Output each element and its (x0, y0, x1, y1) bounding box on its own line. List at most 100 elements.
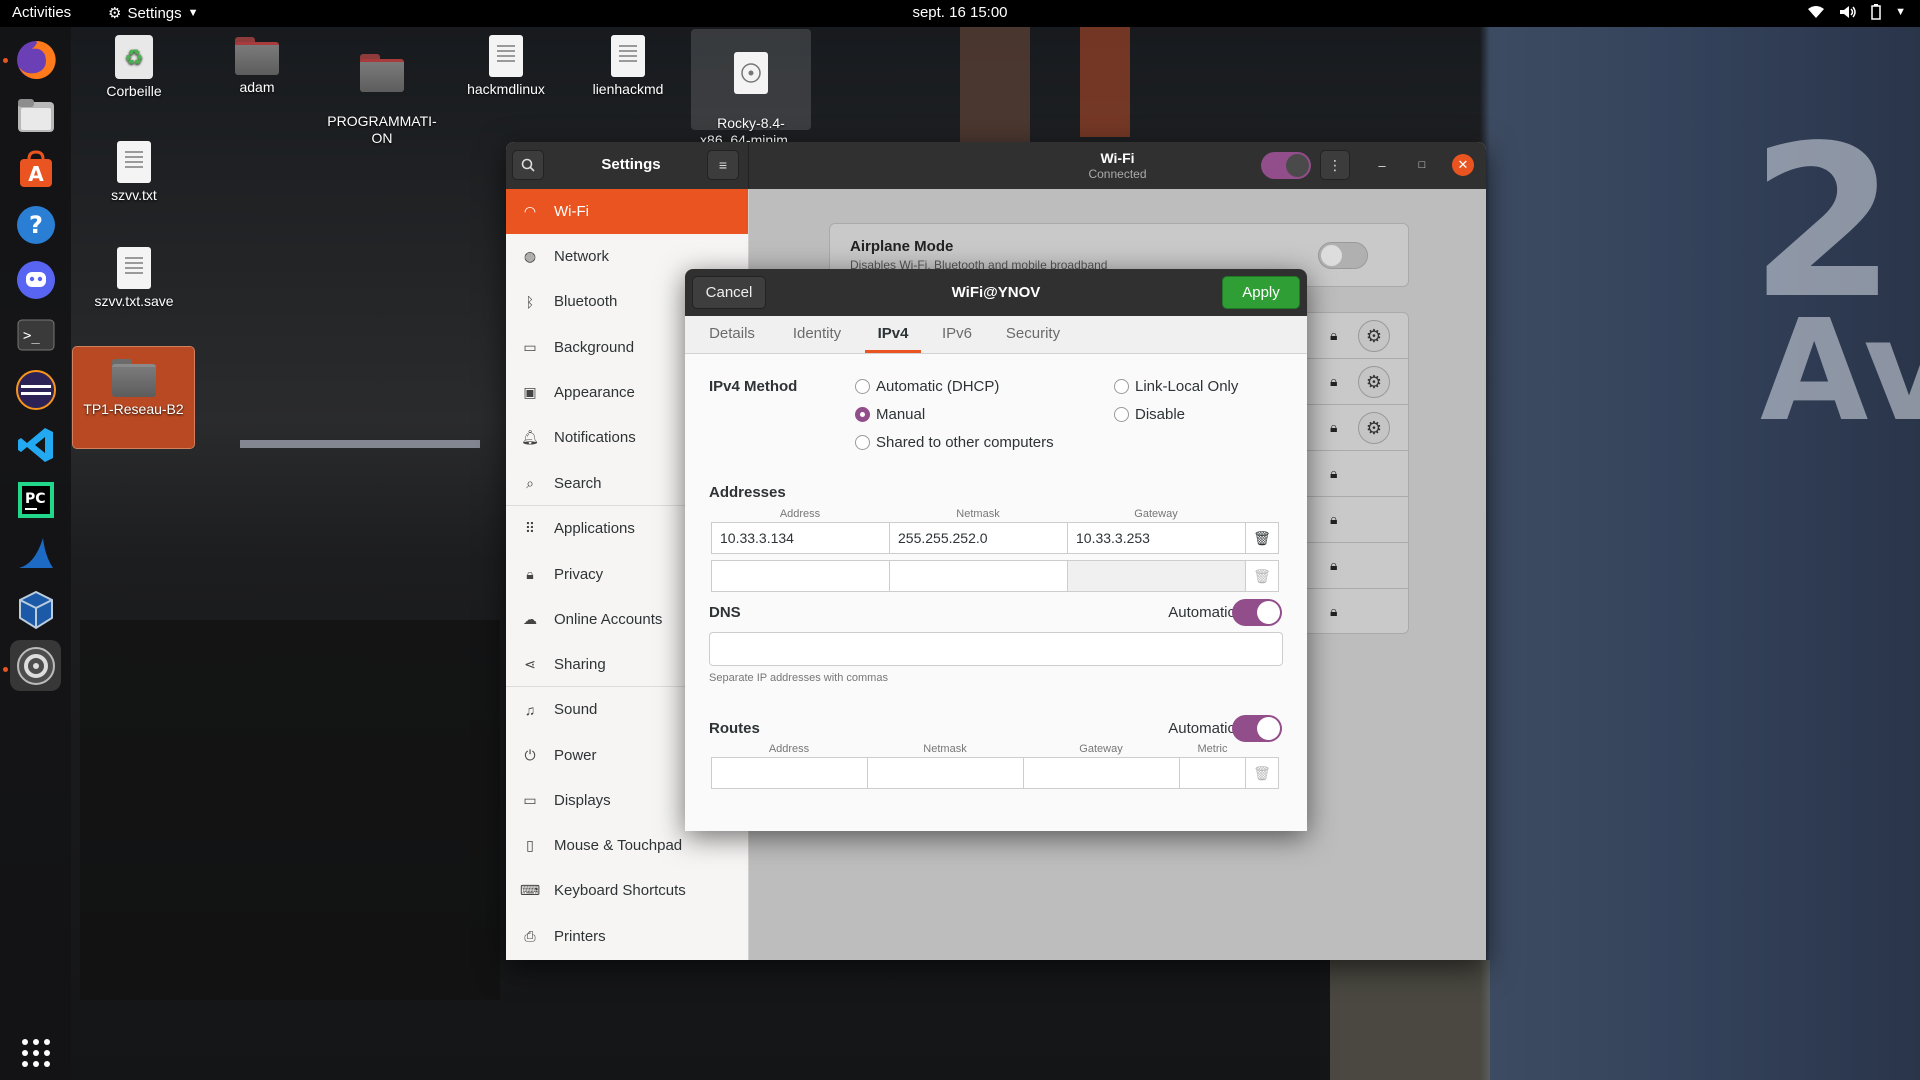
connection-dialog: Cancel WiFi@YNOV Apply Details Identity … (685, 269, 1307, 831)
wifi-power-toggle[interactable] (1261, 152, 1311, 179)
desktop-icon-rocky-iso[interactable]: Rocky-8.4- x86_64-minim… (691, 29, 811, 148)
desktop-icon-lienhackmd[interactable]: lienhackmd (568, 35, 688, 98)
desktop-icon-hackmdlinux[interactable]: hackmdlinux (446, 35, 566, 98)
delete-address-button[interactable]: 🗑︎ (1245, 522, 1279, 554)
delete-route-button[interactable]: 🗑︎ (1245, 757, 1279, 789)
desktop-icon-label: szvv.txt.save (94, 293, 174, 309)
pycharm-icon: PC (17, 481, 54, 518)
tab-ipv6[interactable]: IPv6 (930, 316, 984, 353)
tab-details[interactable]: Details (697, 316, 767, 353)
route-address-column-header: Address (768, 743, 810, 755)
desktop-icon-szvv-txt[interactable]: szvv.txt (74, 141, 194, 204)
apply-button[interactable]: Apply (1222, 276, 1300, 309)
dock-discord[interactable] (10, 254, 61, 305)
route-address-field[interactable] (711, 757, 868, 789)
sidebar-item-printers[interactable]: ⎙ Printers (506, 914, 748, 959)
route-netmask-field[interactable] (867, 757, 1024, 789)
vertical-dots-icon: ⋮ (1328, 156, 1342, 173)
netmask-field[interactable]: 255.255.252.0 (889, 522, 1068, 554)
desktop-icon-label: szvv.txt (111, 187, 157, 203)
trash-icon: 🗑︎ (1253, 529, 1271, 546)
settings-gear-icon (16, 646, 55, 685)
sidebar-item-label: Sound (554, 701, 598, 718)
mouse-icon: ▯ (526, 837, 534, 853)
netmask-field[interactable] (889, 560, 1068, 592)
gear-icon[interactable]: ⚙ (1358, 412, 1390, 444)
sidebar-item-wifi[interactable]: ◠ Wi-Fi (506, 189, 748, 234)
dock-help[interactable]: ? (10, 199, 61, 250)
volume-icon (1840, 6, 1856, 18)
dock-vscode[interactable] (10, 419, 61, 470)
document-icon (611, 35, 645, 77)
sidebar-item-label: Applications (554, 520, 635, 537)
clock[interactable]: sept. 16 15:00 (0, 4, 1920, 21)
desktop-icon-home[interactable]: adam (197, 35, 317, 96)
dns-automatic-toggle[interactable] (1232, 599, 1282, 626)
gear-icon[interactable]: ⚙ (1358, 366, 1390, 398)
dock-software[interactable]: A (10, 144, 61, 195)
desktop-icon-tp1-reseau[interactable]: TP1-Reseau-B2 (72, 346, 195, 449)
search-button[interactable] (512, 150, 544, 180)
tab-security[interactable]: Security (993, 316, 1073, 353)
sidebar-item-keyboard[interactable]: ⌨ Keyboard Shortcuts (506, 868, 748, 913)
address-field[interactable]: 10.33.3.134 (711, 522, 890, 554)
close-button[interactable]: ✕ (1452, 154, 1474, 176)
radio-indicator (855, 379, 870, 394)
toggle-knob (1321, 245, 1342, 266)
route-metric-field[interactable] (1179, 757, 1246, 789)
radio-label: Disable (1135, 406, 1186, 423)
gear-icon[interactable]: ⚙ (1358, 320, 1390, 352)
settings-headerbar: Settings ≡ Wi-Fi Connected ⋮ – □ ✕ (506, 142, 1486, 189)
desktop-icon-szvv-save[interactable]: szvv.txt.save (74, 247, 194, 310)
address-column-header: Address (779, 508, 821, 520)
virtualbox-icon (18, 590, 53, 629)
desktop-icon-programmation[interactable]: PROGRAMMATI- ON (322, 35, 442, 164)
system-tray[interactable]: ▼ (1807, 4, 1906, 20)
maximize-button[interactable]: □ (1411, 154, 1433, 176)
dock-wireshark[interactable] (10, 529, 61, 580)
dock-settings[interactable] (10, 640, 61, 691)
tab-ipv4[interactable]: IPv4 (865, 316, 921, 353)
dock-files[interactable] (10, 89, 61, 140)
delete-address-button[interactable]: 🗑︎ (1245, 560, 1279, 592)
wallpaper-shadow (80, 620, 500, 1000)
dns-input[interactable] (709, 632, 1283, 666)
dock-firefox[interactable] (10, 34, 61, 85)
dock-terminal[interactable]: >_ (10, 309, 61, 360)
gateway-field[interactable] (1067, 560, 1246, 592)
tab-identity[interactable]: Identity (777, 316, 857, 353)
radio-link-local[interactable]: Link-Local Only (1114, 378, 1238, 395)
route-gateway-field[interactable] (1023, 757, 1180, 789)
cancel-button[interactable]: Cancel (692, 276, 766, 309)
sidebar-header: Settings ≡ (506, 142, 749, 189)
lock-icon: 🔒︎ (526, 566, 534, 582)
desktop-icon-trash[interactable]: ♻ Corbeille (74, 35, 194, 100)
dock-show-apps[interactable] (10, 1027, 61, 1078)
dock-eclipse[interactable] (10, 364, 61, 415)
route-netmask-column-header: Netmask (923, 743, 967, 755)
radio-manual[interactable]: Manual (855, 406, 925, 423)
dock-pycharm[interactable]: PC (10, 474, 61, 525)
hamburger-menu-button[interactable]: ≡ (707, 150, 739, 180)
dns-automatic-label: Automatic (1168, 604, 1235, 621)
routes-label: Routes (709, 720, 760, 737)
address-field[interactable] (711, 560, 890, 592)
more-options-button[interactable]: ⋮ (1320, 150, 1350, 180)
ipv4-method-label: IPv4 Method (709, 378, 798, 395)
radio-shared[interactable]: Shared to other computers (855, 434, 1054, 451)
radio-automatic-dhcp[interactable]: Automatic (DHCP) (855, 378, 999, 395)
radio-disable[interactable]: Disable (1114, 406, 1185, 423)
dock-virtualbox[interactable] (10, 584, 61, 635)
routes-automatic-label: Automatic (1168, 720, 1235, 737)
dock: A ? >_ PC (0, 27, 71, 1080)
minimize-button[interactable]: – (1371, 154, 1393, 176)
radio-indicator (855, 435, 870, 450)
sidebar-item-label: Displays (554, 792, 611, 809)
routes-automatic-toggle[interactable] (1232, 715, 1282, 742)
gateway-field[interactable]: 10.33.3.253 (1067, 522, 1246, 554)
trash-icon: 🗑︎ (1253, 764, 1271, 781)
airplane-mode-switch[interactable] (1318, 242, 1368, 269)
apps-grid-icon: ⠿ (524, 520, 536, 536)
svg-text:?: ? (29, 211, 43, 239)
radio-label: Automatic (DHCP) (876, 378, 1000, 395)
